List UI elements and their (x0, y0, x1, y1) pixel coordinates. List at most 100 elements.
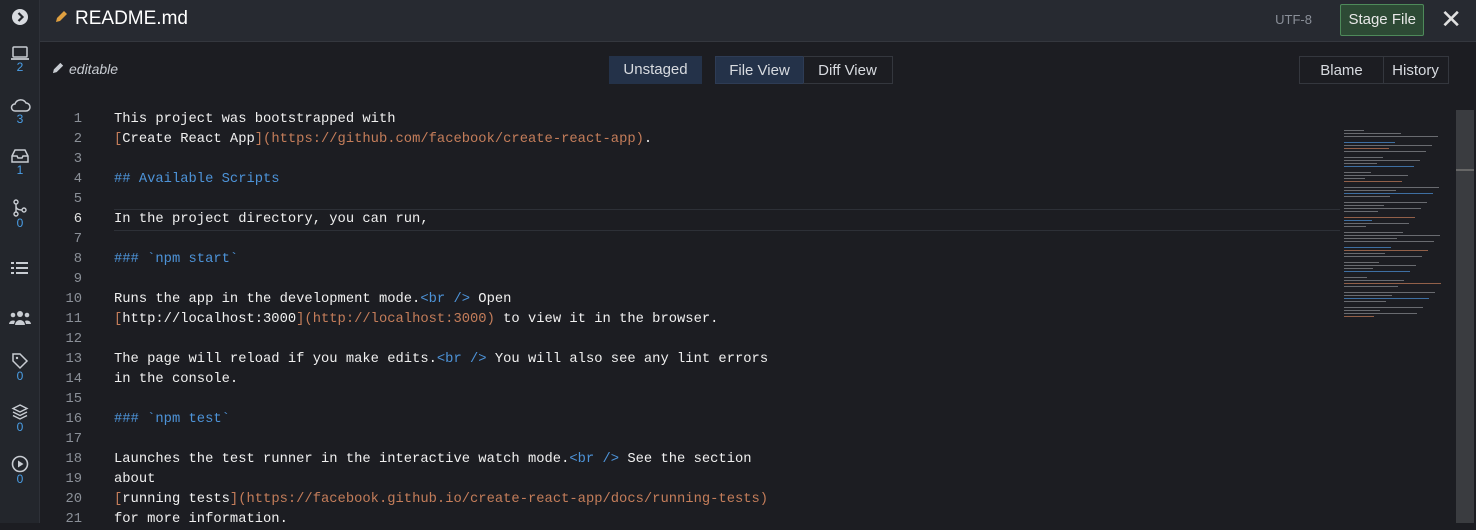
token-text: for more information. (114, 512, 288, 527)
minimap-line (1344, 223, 1409, 224)
token-text: running tests (122, 492, 230, 507)
code-line[interactable]: 8 ### `npm start` (40, 250, 1340, 270)
code-line[interactable]: 14 in the console. (40, 370, 1340, 390)
sidebar-count: 1 (16, 163, 24, 177)
token-link: ](https://facebook.github.io/create-reac… (229, 492, 769, 507)
line-number: 5 (73, 192, 82, 207)
encoding-label[interactable]: UTF-8 (1275, 12, 1312, 27)
sidebar-count: 2 (16, 60, 24, 74)
minimap-line (1344, 142, 1395, 143)
token-link: ](http://localhost:3000) (296, 312, 495, 327)
code-line[interactable]: 19 about (40, 470, 1340, 490)
code-line[interactable]: 5 (40, 190, 1340, 210)
line-number: 7 (73, 232, 82, 247)
tab-file-view[interactable]: File View (715, 56, 804, 84)
line-content: In the project directory, you can run, (114, 210, 1340, 230)
scrollbar[interactable] (1456, 110, 1474, 523)
minimap-line (1344, 148, 1389, 149)
sidebar-item-chevron-right-circle[interactable] (0, 8, 40, 26)
laptop-icon (0, 45, 40, 61)
line-content: ### `npm start` (114, 250, 238, 270)
token-text: In the project directory, you can run, (114, 212, 429, 227)
line-content: for more information. (114, 510, 288, 530)
minimap-line (1344, 181, 1402, 182)
minimap-line (1344, 187, 1439, 188)
sidebar-count: 0 (16, 369, 24, 383)
pencil-icon (52, 61, 65, 77)
token-text: You will also see any lint errors (486, 352, 769, 367)
code-line[interactable]: 15 (40, 390, 1340, 410)
token-text: about (114, 472, 156, 487)
minimap-line (1344, 283, 1441, 284)
minimap-line (1344, 298, 1429, 299)
code-line[interactable]: 18 Launches the test runner in the intera… (40, 450, 1340, 470)
minimap-line (1344, 256, 1422, 257)
scrollbar-thumb[interactable] (1456, 169, 1474, 171)
code-line[interactable]: 1 This project was bootstrapped with (40, 110, 1340, 130)
tab-diff-view[interactable]: Diff View (803, 56, 893, 84)
line-content: This project was bootstrapped with (114, 110, 396, 130)
layers-icon (0, 403, 40, 421)
line-number: 3 (73, 152, 82, 167)
token-text: http://localhost:3000 (122, 312, 297, 327)
line-content: about (114, 470, 155, 490)
code-line[interactable]: 2 [Create React App](https://github.com/f… (40, 130, 1340, 150)
line-content: [Create React App](https://github.com/fa… (114, 130, 652, 150)
sidebar-item-play-circle[interactable]: 0 (0, 455, 40, 486)
editable-label: editable (69, 61, 119, 77)
history-button[interactable]: History (1383, 56, 1449, 84)
stage-file-button[interactable]: Stage File (1340, 4, 1424, 36)
sidebar-item-inbox[interactable]: 1 (0, 148, 40, 177)
sidebar-item-cloud[interactable]: 3 (0, 97, 40, 126)
minimap-line (1344, 130, 1364, 131)
unstaged-button[interactable]: Unstaged (609, 56, 702, 84)
minimap-line (1344, 307, 1423, 308)
minimap-line (1344, 250, 1428, 251)
sidebar-item-laptop[interactable]: 2 (0, 45, 40, 74)
line-number: 8 (73, 252, 82, 267)
line-number: 21 (65, 512, 82, 527)
code-line[interactable]: 13 The page will reload if you make edits… (40, 350, 1340, 370)
code-line[interactable]: 4 ## Available Scripts (40, 170, 1340, 190)
token-text: See the section (619, 452, 752, 467)
sidebar-item-branch[interactable]: 0 (0, 199, 40, 230)
code-line[interactable]: 3 (40, 150, 1340, 170)
minimap-line (1344, 268, 1373, 269)
code-line[interactable]: 11 [http://localhost:3000](http://localho… (40, 310, 1340, 330)
sidebar-item-users[interactable] (0, 310, 40, 326)
sidebar: 2 3 1 0 0 0 0 (0, 0, 40, 523)
sidebar-item-tag[interactable]: 0 (0, 352, 40, 383)
token-tag: <br /> (569, 452, 620, 467)
code-editor[interactable]: 1 This project was bootstrapped with 2 [Cre… (40, 110, 1340, 530)
code-line[interactable]: 10 Runs the app in the development mode.<… (40, 290, 1340, 310)
tag-icon (0, 352, 40, 370)
minimap-line (1344, 241, 1434, 242)
minimap-line (1344, 265, 1416, 266)
code-line[interactable]: 12 (40, 330, 1340, 350)
minimap[interactable] (1343, 110, 1455, 523)
minimap-line (1344, 133, 1401, 134)
sidebar-item-layers[interactable]: 0 (0, 403, 40, 434)
line-number: 1 (73, 112, 82, 127)
minimap-line (1344, 172, 1371, 173)
pencil-icon (54, 8, 68, 30)
file-title: README.md (54, 8, 188, 30)
token-text: Open (470, 292, 512, 307)
minimap-line (1344, 157, 1383, 158)
code-line[interactable]: 6 In the project directory, you can run, (40, 209, 1340, 231)
inbox-icon (0, 148, 40, 164)
minimap-line (1344, 247, 1391, 248)
code-line[interactable]: 17 (40, 430, 1340, 450)
line-content: The page will reload if you make edits.<… (114, 350, 768, 370)
blame-button[interactable]: Blame (1299, 56, 1384, 84)
code-line[interactable]: 9 (40, 270, 1340, 290)
code-line[interactable]: 21 for more information. (40, 510, 1340, 530)
sidebar-item-list[interactable] (0, 260, 40, 276)
code-line[interactable]: 7 (40, 230, 1340, 250)
code-line[interactable]: 16 ### `npm test` (40, 410, 1340, 430)
token-text: The page will reload if you make edits. (114, 352, 437, 367)
sidebar-count: 3 (16, 112, 24, 126)
close-icon[interactable]: ✕ (1440, 6, 1462, 32)
line-number: 4 (73, 172, 82, 187)
code-line[interactable]: 20 [running tests](https://facebook.githu… (40, 490, 1340, 510)
